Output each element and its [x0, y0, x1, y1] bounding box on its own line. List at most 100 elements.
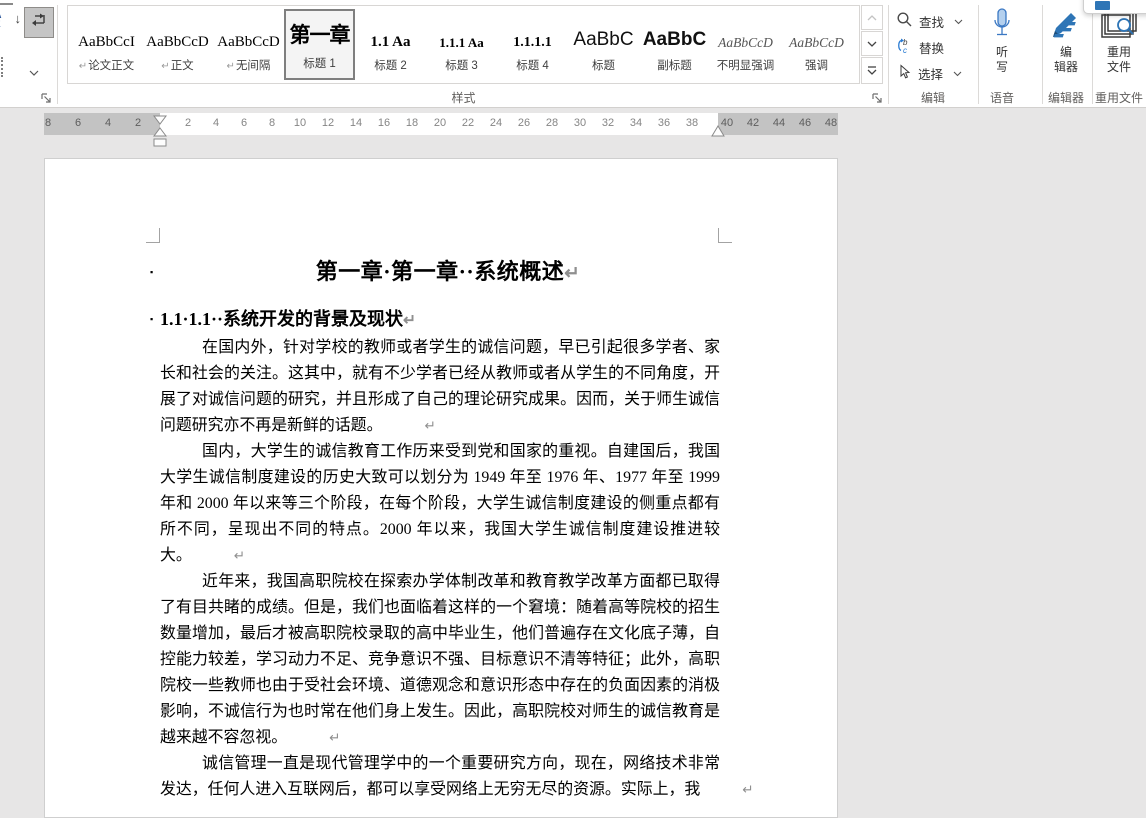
- style-preview: AaBbCcD: [215, 16, 282, 54]
- ruler-number: 26: [518, 117, 530, 130]
- style-label: ↵正文: [144, 57, 211, 73]
- editor-button[interactable]: 编辑器: [1044, 5, 1088, 87]
- ruler-number: 2: [135, 117, 141, 130]
- body-paragraph[interactable]: 诚信管理一直是现代管理学中的一个重要研究方向，现在，网络技术非常发达，任何人进入…: [160, 751, 720, 803]
- gallery-scroll-down-button[interactable]: [861, 31, 883, 56]
- text-boundary-mark: [718, 228, 732, 243]
- ruler-number: 12: [322, 117, 334, 130]
- search-icon: [896, 11, 913, 31]
- ruler-number: 22: [462, 117, 474, 130]
- show-formatting-marks-button[interactable]: [24, 7, 54, 38]
- gallery-scroll-up-button[interactable]: [861, 5, 883, 30]
- microphone-icon: [991, 5, 1013, 45]
- select-button[interactable]: 选择: [896, 62, 962, 84]
- ruler-number: 20: [434, 117, 446, 130]
- style-label: 副标题: [641, 57, 708, 73]
- find-button[interactable]: 查找: [896, 10, 963, 32]
- paragraph-mark-icon: ↵: [161, 61, 169, 72]
- body-paragraph[interactable]: 在国内外，针对学校的教师或者学生的诚信问题，早已引起很多学者、家长和社会的关注。…: [160, 335, 720, 439]
- section-heading[interactable]: ▪ 1.1·1.1··系统开发的背景及现状↵: [160, 305, 720, 335]
- down-arrow-icon: ↓: [15, 14, 22, 23]
- ruler-number: 34: [630, 117, 642, 130]
- paragraph-property-mark: ▪: [150, 268, 154, 277]
- style-gallery-item[interactable]: 第一章标题 1: [284, 9, 355, 80]
- replace-label: 替换: [919, 38, 944, 57]
- style-label: 标题 1: [286, 55, 353, 71]
- chapter-title-text: 第一章·第一章··系统概述: [316, 259, 565, 284]
- ruler-number: 30: [574, 117, 586, 130]
- paragraph-property-mark: ▪: [150, 315, 153, 324]
- styles-dialog-launcher[interactable]: [871, 92, 884, 105]
- style-preview: AaBbCcI: [73, 16, 140, 54]
- paragraph-dialog-launcher[interactable]: [40, 92, 53, 105]
- style-gallery-item[interactable]: AaBbC标题: [568, 9, 639, 80]
- ruler-left-margin: [44, 113, 160, 135]
- editor-label: 编辑器: [1054, 45, 1078, 75]
- text-boundary-mark: [146, 228, 160, 243]
- ruler-number: 36: [658, 117, 670, 130]
- style-gallery-item[interactable]: AaBbCcI↵论文正文: [71, 9, 142, 80]
- ruler-number: 44: [773, 117, 785, 130]
- word-window: { "colors": { "accent_blue": "#2e75b6", …: [0, 0, 1146, 775]
- ruler-number: 18: [406, 117, 418, 130]
- style-label: 不明显强调: [712, 57, 779, 73]
- style-label: ↵无间隔: [215, 57, 282, 73]
- editing-group-label: 编辑: [890, 89, 976, 106]
- style-gallery-item[interactable]: AaBbCcD↵正文: [142, 9, 213, 80]
- ruler-number: 24: [490, 117, 502, 130]
- paragraph-mark-icon: ↵: [227, 61, 235, 72]
- group-separator: [888, 5, 889, 104]
- horizontal-ruler[interactable]: 8642246810121416182022242628303234363840…: [44, 113, 838, 135]
- chapter-title[interactable]: ▪ 第一章·第一章··系统概述↵: [160, 256, 720, 288]
- replace-icon: b c: [896, 37, 913, 57]
- style-label: 标题 3: [428, 57, 495, 73]
- group-separator: [57, 5, 58, 104]
- borders-icon[interactable]: [1, 57, 4, 77]
- clipped-icon-fragment: [0, 0, 13, 5]
- replace-button[interactable]: b c 替换: [896, 36, 944, 58]
- style-gallery: AaBbCcI↵论文正文AaBbCcD↵正文AaBbCcD↵无间隔第一章标题 1…: [67, 5, 860, 84]
- style-gallery-item[interactable]: AaBbCcD不明显强调: [710, 9, 781, 80]
- document-area: ▪ 第一章·第一章··系统概述↵ ▪ 1.1·1.1··系统开发的背景及现状↵ …: [0, 150, 1146, 775]
- gallery-more-button[interactable]: [861, 57, 883, 84]
- ruler-number: 8: [45, 117, 51, 130]
- ruler-number: 28: [546, 117, 558, 130]
- style-gallery-item[interactable]: AaBbCcD ↵无间隔: [213, 9, 284, 80]
- style-preview: 第一章: [286, 14, 353, 52]
- body-paragraph[interactable]: 近年来，我国高职院校在探索办学体制改革和教育教学改革方面都已取得了有目共睹的成绩…: [160, 569, 720, 751]
- editor-pen-icon: [1049, 5, 1083, 45]
- ruler-number: 16: [378, 117, 390, 130]
- style-preview: AaBbC: [641, 16, 708, 54]
- style-gallery-item[interactable]: 1.1 Aa标题 2: [355, 9, 426, 80]
- document-content: ▪ 第一章·第一章··系统概述↵ ▪ 1.1·1.1··系统开发的背景及现状↵ …: [160, 256, 720, 803]
- find-label: 查找: [919, 12, 944, 31]
- style-gallery-item[interactable]: AaBbC 副标题: [639, 9, 710, 80]
- dictate-label: 听写: [996, 45, 1008, 75]
- ruler-number: 8: [269, 117, 275, 130]
- ruler-number: 32: [602, 117, 614, 130]
- ruler-number: 14: [350, 117, 362, 130]
- dictate-button[interactable]: 听写: [980, 5, 1024, 87]
- select-label: 选择: [918, 64, 943, 83]
- paragraph-mark-icon: ↵: [79, 61, 87, 72]
- style-preview: 1.1.1 Aa: [428, 16, 495, 54]
- chevron-down-icon: [954, 14, 963, 28]
- ruler-number: 42: [747, 117, 759, 130]
- body-paragraph[interactable]: 国内，大学生的诚信教育工作历来受到党和国家的重视。自建国后，我国大学生诚信制度建…: [160, 439, 720, 569]
- style-gallery-items: AaBbCcI↵论文正文AaBbCcD↵正文AaBbCcD↵无间隔第一章标题 1…: [71, 8, 852, 81]
- style-gallery-item[interactable]: 1.1.1.1标题 4: [497, 9, 568, 80]
- style-label: 强调: [783, 57, 850, 73]
- chevron-down-icon: [953, 66, 962, 80]
- document-page[interactable]: ▪ 第一章·第一章··系统概述↵ ▪ 1.1·1.1··系统开发的背景及现状↵ …: [44, 158, 838, 818]
- floating-callout-fragment: [1083, 0, 1146, 14]
- ruler-number: 6: [75, 117, 81, 130]
- styles-group-label: 样式: [67, 89, 860, 106]
- sort-icon[interactable]: AZ↓: [0, 11, 21, 37]
- chevron-down-icon[interactable]: [29, 63, 39, 81]
- ruler-number: 40: [721, 117, 733, 130]
- ribbon: AZ↓ AaBbCcI↵论文正文AaBbCcD↵正文AaBbCcD↵无间隔第一章…: [0, 0, 1146, 108]
- reuse-files-button[interactable]: 重用文件: [1094, 5, 1144, 87]
- style-gallery-item[interactable]: AaBbCcD强调: [781, 9, 852, 80]
- ruler-number: 38: [686, 117, 698, 130]
- style-gallery-item[interactable]: 1.1.1 Aa 标题 3: [426, 9, 497, 80]
